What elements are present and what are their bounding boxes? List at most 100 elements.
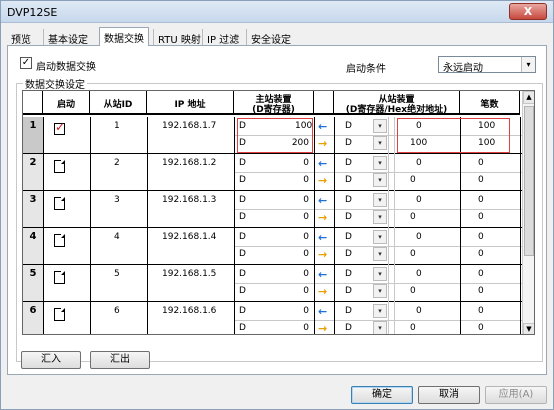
row-master-value-2[interactable]: 0 [285, 249, 309, 259]
row-count-2[interactable]: 0 [478, 323, 484, 333]
chevron-down-icon[interactable]: ▾ [373, 304, 387, 318]
row-slave-value-1[interactable]: 0 [416, 232, 422, 242]
row-master-device-2[interactable]: D [239, 212, 246, 222]
import-button[interactable]: 汇入 [21, 351, 81, 369]
row-ip-address[interactable]: 192.168.1.4 [162, 232, 216, 242]
row-enable-document-icon[interactable] [54, 197, 65, 210]
row-slave-value-2[interactable]: 0 [410, 212, 416, 222]
row-master-device-2[interactable]: D [239, 323, 246, 333]
row-slave-value-1[interactable]: 0 [416, 269, 422, 279]
scroll-down-icon[interactable]: ▼ [523, 323, 534, 334]
chevron-down-icon[interactable]: ▾ [373, 173, 387, 187]
row-slave-device-1[interactable]: D [345, 121, 352, 131]
row-slave-device-2[interactable]: D [345, 138, 352, 148]
row-master-device-2[interactable]: D [239, 175, 246, 185]
row-slave-device-2[interactable]: D [345, 175, 352, 185]
grid-scrollbar[interactable]: ▲ ▼ [522, 91, 534, 334]
row-master-value-2[interactable]: 0 [285, 286, 309, 296]
chevron-down-icon[interactable]: ▾ [373, 119, 387, 133]
row-slave-value-2[interactable]: 0 [410, 323, 416, 333]
row-master-value-2[interactable]: 0 [285, 212, 309, 222]
tab-security-settings[interactable]: 安全设定 [246, 29, 295, 46]
row-slave-value-2[interactable]: 0 [410, 249, 416, 259]
row-ip-address[interactable]: 192.168.1.7 [162, 121, 216, 131]
row-slave-id[interactable]: 3 [114, 195, 120, 205]
row-count-1[interactable]: 0 [478, 232, 484, 242]
row-slave-id[interactable]: 5 [114, 269, 120, 279]
row-slave-value-2[interactable]: 0 [410, 175, 416, 185]
row-master-value-1[interactable]: 0 [295, 232, 309, 242]
row-master-value-2[interactable]: 0 [285, 175, 309, 185]
chevron-down-icon[interactable]: ▾ [373, 321, 387, 334]
row-count-1[interactable]: 0 [478, 306, 484, 316]
row-master-value-1[interactable]: 0 [295, 306, 309, 316]
row-master-device-1[interactable]: D [239, 306, 246, 316]
enable-exchange-checkbox[interactable]: ✓ [20, 57, 32, 69]
row-slave-device-1[interactable]: D [345, 269, 352, 279]
row-master-value-1[interactable]: 0 [295, 269, 309, 279]
row-enable-document-icon[interactable] [54, 308, 65, 321]
row-slave-device-2[interactable]: D [345, 249, 352, 259]
row-master-value-1[interactable]: 0 [295, 195, 309, 205]
chevron-down-icon[interactable]: ▾ [373, 210, 387, 224]
chevron-down-icon[interactable]: ▾ [521, 57, 535, 72]
chevron-down-icon[interactable]: ▾ [373, 193, 387, 207]
export-button[interactable]: 汇出 [90, 351, 150, 369]
row-enable-document-icon[interactable] [54, 234, 65, 247]
row-slave-id[interactable]: 6 [114, 306, 120, 316]
row-ip-address[interactable]: 192.168.1.6 [162, 306, 216, 316]
row-slave-device-1[interactable]: D [345, 158, 352, 168]
tab-basic-settings[interactable]: 基本设定 [43, 29, 92, 46]
row-ip-address[interactable]: 192.168.1.5 [162, 269, 216, 279]
row-slave-id[interactable]: 4 [114, 232, 120, 242]
row-master-device-1[interactable]: D [239, 232, 246, 242]
apply-button[interactable]: 应用(A) [485, 386, 547, 404]
scroll-up-icon[interactable]: ▲ [523, 91, 534, 104]
row-slave-value-1[interactable]: 0 [416, 158, 422, 168]
row-count-1[interactable]: 0 [478, 195, 484, 205]
row-slave-value-2[interactable]: 0 [410, 286, 416, 296]
row-count-2[interactable]: 0 [478, 175, 484, 185]
row-master-device-1[interactable]: D [239, 269, 246, 279]
row-ip-address[interactable]: 192.168.1.3 [162, 195, 216, 205]
row-slave-device-2[interactable]: D [345, 212, 352, 222]
row-master-value-1[interactable]: 0 [295, 158, 309, 168]
row-master-value-2[interactable]: 0 [285, 323, 309, 333]
row-count-2[interactable]: 0 [478, 286, 484, 296]
row-slave-value-1[interactable]: 0 [416, 195, 422, 205]
cancel-button[interactable]: 取消 [418, 386, 480, 404]
row-ip-address[interactable]: 192.168.1.2 [162, 158, 216, 168]
row-enable-checked-icon[interactable]: ✓ [54, 121, 65, 135]
row-slave-id[interactable]: 1 [114, 121, 120, 131]
chevron-down-icon[interactable]: ▾ [373, 156, 387, 170]
tab-data-exchange[interactable]: 数据交换 [99, 27, 149, 46]
row-slave-id[interactable]: 2 [114, 158, 120, 168]
row-master-device-2[interactable]: D [239, 249, 246, 259]
row-master-device-1[interactable]: D [239, 158, 246, 168]
tab-preview[interactable]: 预览 [7, 29, 35, 46]
tab-rtu-mapping[interactable]: RTU 映射 [153, 29, 205, 46]
ok-button[interactable]: 确定 [351, 386, 413, 404]
row-master-device-1[interactable]: D [239, 195, 246, 205]
row-enable-document-icon[interactable] [54, 160, 65, 173]
start-condition-select[interactable]: 永远启动 ▾ [438, 56, 536, 74]
chevron-down-icon[interactable]: ▾ [373, 267, 387, 281]
chevron-down-icon[interactable]: ▾ [373, 284, 387, 298]
row-count-1[interactable]: 0 [478, 269, 484, 279]
close-button[interactable]: X [509, 3, 547, 20]
row-slave-device-1[interactable]: D [345, 306, 352, 316]
chevron-down-icon[interactable]: ▾ [373, 247, 387, 261]
row-master-device-2[interactable]: D [239, 286, 246, 296]
row-count-1[interactable]: 0 [478, 158, 484, 168]
tab-ip-filter[interactable]: IP 过滤 [202, 29, 243, 46]
row-slave-device-2[interactable]: D [345, 286, 352, 296]
row-slave-device-2[interactable]: D [345, 323, 352, 333]
row-slave-device-1[interactable]: D [345, 232, 352, 242]
row-enable-document-icon[interactable] [54, 271, 65, 284]
scroll-thumb[interactable] [524, 106, 534, 256]
chevron-down-icon[interactable]: ▾ [373, 230, 387, 244]
row-count-2[interactable]: 0 [478, 212, 484, 222]
row-slave-value-1[interactable]: 0 [416, 306, 422, 316]
row-count-2[interactable]: 0 [478, 249, 484, 259]
chevron-down-icon[interactable]: ▾ [373, 136, 387, 150]
